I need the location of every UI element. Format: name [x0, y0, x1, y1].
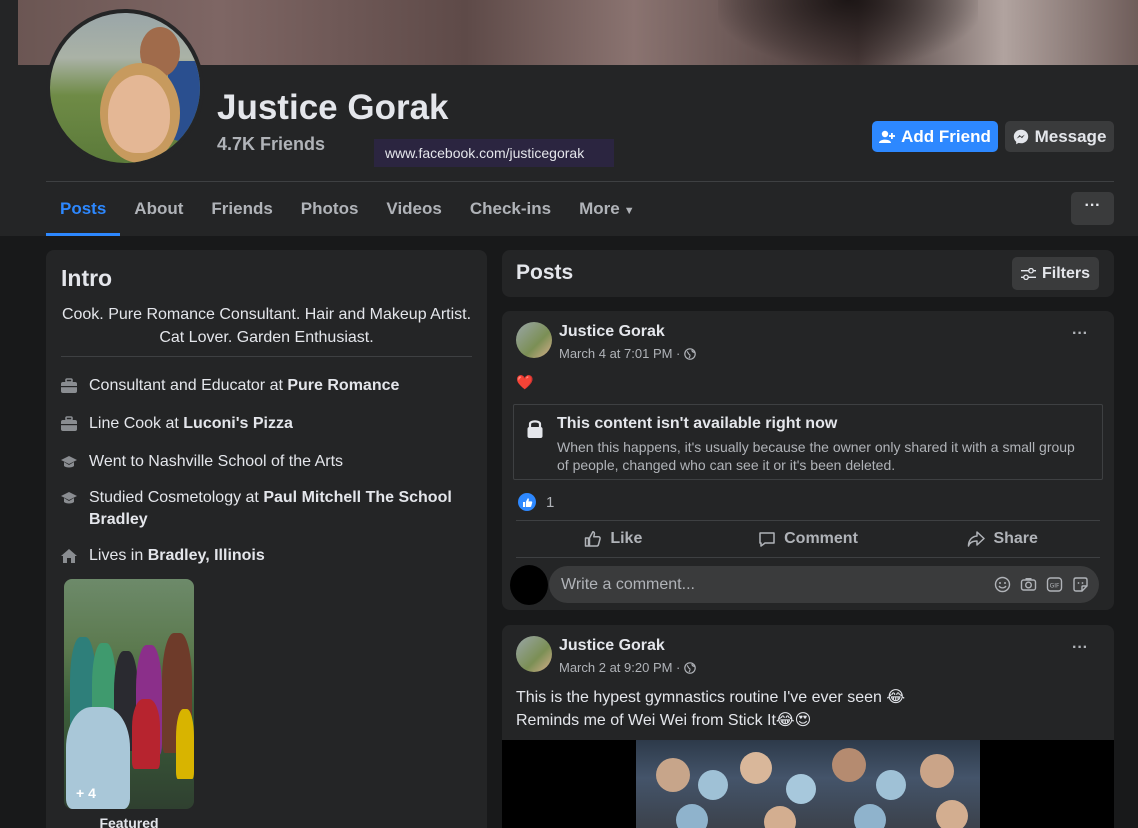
- tab-check-ins[interactable]: Check-ins: [456, 183, 565, 236]
- tab-posts[interactable]: Posts: [46, 183, 121, 236]
- add-friend-button[interactable]: Add Friend: [872, 121, 998, 152]
- post: Justice Gorak March 4 at 7:01 PM · ··· ❤…: [502, 311, 1114, 610]
- message-button[interactable]: Message: [1005, 121, 1114, 152]
- comment-box[interactable]: GIF: [549, 566, 1099, 603]
- header-divider: [46, 181, 1114, 182]
- intro-divider: [61, 356, 472, 357]
- briefcase-icon: [60, 413, 89, 439]
- post-author[interactable]: Justice Gorak: [559, 637, 665, 655]
- comment-button[interactable]: Comment: [711, 521, 906, 557]
- post-author[interactable]: Justice Gorak: [559, 323, 665, 341]
- tab-more[interactable]: More ▼: [565, 183, 649, 236]
- employer-link[interactable]: Luconi's Pizza: [183, 415, 293, 432]
- graduation-cap-icon: [60, 451, 89, 477]
- caret-down-icon: ▼: [623, 205, 635, 217]
- post: Justice Gorak March 2 at 9:20 PM · ··· T…: [502, 625, 1114, 828]
- sliders-icon: [1020, 267, 1036, 280]
- comment-tools: GIF: [994, 576, 1089, 593]
- add-friend-label: Add Friend: [901, 126, 991, 146]
- intro-bio: Cook. Pure Romance Consultant. Hair and …: [61, 306, 472, 346]
- share-button[interactable]: Share: [905, 521, 1100, 557]
- tab-photos[interactable]: Photos: [287, 183, 373, 236]
- reaction-count: 1: [546, 493, 555, 511]
- actions-divider: [516, 557, 1100, 558]
- profile-tabs: Posts About Friends Photos Videos Check-…: [46, 183, 649, 236]
- globe-icon: [684, 661, 697, 674]
- profile-url: www.facebook.com/justicegorak: [374, 139, 614, 167]
- post-options-button[interactable]: ···: [1072, 325, 1088, 343]
- thumbs-up-icon: [585, 531, 602, 547]
- reaction-summary[interactable]: 1: [518, 493, 554, 511]
- post-timestamp[interactable]: March 4 at 7:01 PM ·: [559, 346, 697, 361]
- post-text: ❤️: [516, 374, 534, 390]
- location-link[interactable]: Bradley, Illinois: [148, 547, 265, 564]
- profile-header: Justice Gorak 4.7K Friends www.facebook.…: [0, 0, 1138, 236]
- posts-header: Posts Filters: [502, 250, 1114, 297]
- unavailable-title: This content isn't available right now: [557, 415, 838, 432]
- tab-friends[interactable]: Friends: [197, 183, 286, 236]
- svg-text:GIF: GIF: [1050, 583, 1060, 590]
- gif-icon[interactable]: GIF: [1046, 576, 1063, 593]
- like-reaction-icon: [518, 493, 536, 511]
- friend-count[interactable]: 4.7K Friends: [217, 134, 325, 155]
- post-options-button[interactable]: ···: [1072, 639, 1088, 657]
- filters-label: Filters: [1041, 264, 1090, 282]
- share-icon: [968, 531, 986, 547]
- messenger-icon: [1013, 129, 1028, 144]
- profile-name: Justice Gorak: [217, 88, 449, 127]
- home-icon: [60, 545, 89, 571]
- add-friend-icon: [879, 130, 896, 143]
- post-text: This is the hypest gymnastics routine I'…: [516, 689, 906, 729]
- post-author-avatar[interactable]: [516, 636, 552, 672]
- graduation-cap-icon: [60, 487, 89, 531]
- camera-icon[interactable]: [1020, 576, 1037, 593]
- video-frame: [636, 740, 980, 828]
- filters-button[interactable]: Filters: [1012, 257, 1099, 290]
- post-video[interactable]: [502, 740, 1114, 828]
- like-button[interactable]: Like: [516, 521, 711, 557]
- intro-card: Intro Cook. Pure Romance Consultant. Hai…: [46, 250, 487, 828]
- intro-item-work: Consultant and Educator at Pure Romance: [60, 375, 470, 401]
- post-actions: Like Comment Share: [516, 521, 1100, 557]
- post-timestamp[interactable]: March 2 at 9:20 PM ·: [559, 660, 697, 675]
- intro-item-education: Studied Cosmetology at Paul Mitchell The…: [60, 487, 470, 531]
- featured-photo[interactable]: + 4: [64, 579, 194, 809]
- post-author-avatar[interactable]: [516, 322, 552, 358]
- featured-count: + 4: [76, 785, 96, 801]
- featured-label: Featured: [99, 815, 159, 828]
- sticker-icon[interactable]: [1072, 576, 1089, 593]
- profile-more-button[interactable]: ···: [1071, 192, 1114, 225]
- intro-title: Intro: [61, 265, 113, 291]
- tab-videos[interactable]: Videos: [372, 183, 455, 236]
- profile-picture[interactable]: [46, 9, 204, 167]
- posts-title: Posts: [516, 261, 574, 284]
- intro-item-education: Went to Nashville School of the Arts: [60, 451, 470, 477]
- comment-icon: [759, 532, 775, 547]
- lock-icon: [527, 420, 543, 438]
- intro-item-location: Lives in Bradley, Illinois: [60, 545, 470, 571]
- briefcase-icon: [60, 375, 89, 401]
- profile-picture-image: [50, 13, 200, 163]
- message-label: Message: [1034, 126, 1107, 146]
- unavailable-content-notice: This content isn't available right now W…: [513, 404, 1103, 480]
- tab-about[interactable]: About: [120, 183, 197, 236]
- commenter-avatar[interactable]: [510, 565, 548, 605]
- globe-icon: [684, 347, 697, 360]
- emoji-icon[interactable]: [994, 576, 1011, 593]
- comment-input[interactable]: [549, 566, 979, 603]
- employer-link[interactable]: Pure Romance: [287, 377, 399, 394]
- unavailable-body: When this happens, it's usually because …: [557, 439, 1075, 473]
- intro-item-work: Line Cook at Luconi's Pizza: [60, 413, 470, 439]
